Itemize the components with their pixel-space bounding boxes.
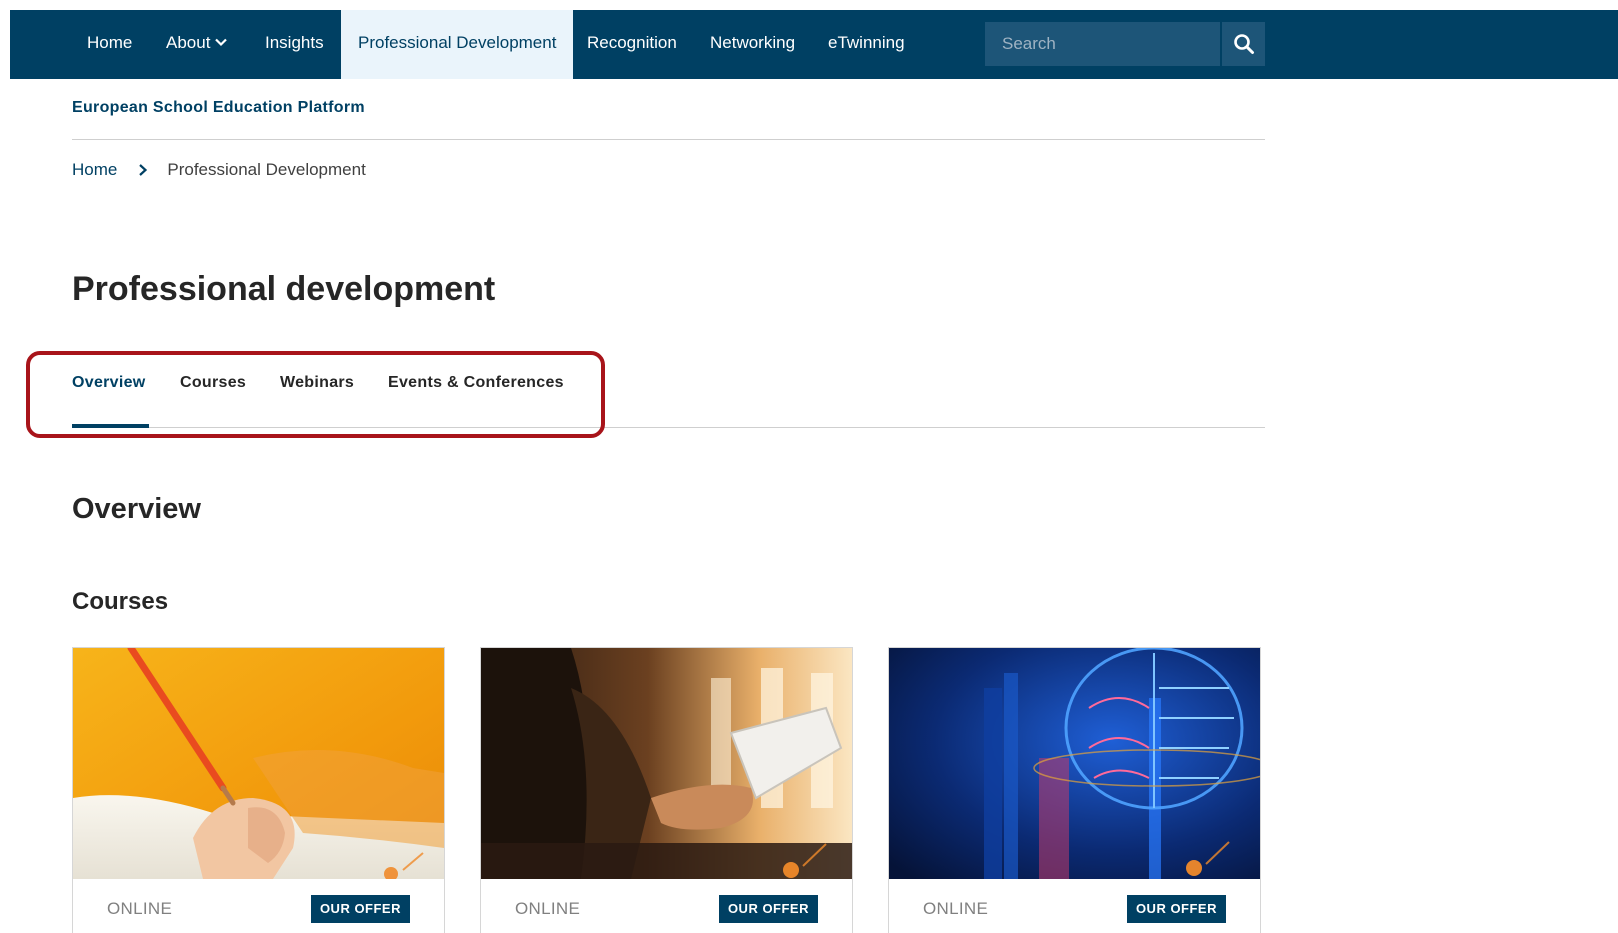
- nav-item-recognition[interactable]: Recognition: [587, 10, 677, 79]
- breadcrumb: Home Professional Development: [72, 160, 366, 180]
- nav-item-etwinning[interactable]: eTwinning: [828, 10, 905, 79]
- page-title: Professional development: [72, 270, 496, 308]
- chevron-right-icon: [139, 164, 148, 176]
- card-tag: ONLINE: [923, 899, 989, 918]
- nav-item-about[interactable]: About: [166, 10, 228, 79]
- breadcrumb-current: Professional Development: [167, 160, 366, 179]
- section-title-courses: Courses: [72, 588, 169, 615]
- our-offer-button[interactable]: OUR OFFER: [1126, 895, 1226, 923]
- card-image-digital-brain: [889, 648, 1260, 879]
- search-input[interactable]: Search: [985, 22, 1220, 66]
- search-button[interactable]: [1222, 22, 1265, 66]
- card-image-student-writing: [73, 648, 444, 879]
- section-title-overview: Overview: [72, 493, 201, 525]
- nav-item-networking[interactable]: Networking: [710, 10, 795, 79]
- site-name[interactable]: European School Education Platform: [72, 99, 365, 117]
- card-tag: ONLINE: [107, 899, 173, 918]
- course-card[interactable]: ONLINE OUR OFFER: [480, 647, 853, 933]
- nav-item-about-label: About: [166, 33, 211, 52]
- top-navigation: Home About Insights Professional Develop…: [10, 10, 1618, 79]
- our-offer-button[interactable]: OUR OFFER: [718, 895, 818, 923]
- highlight-annotation: [26, 351, 605, 438]
- nav-item-insights[interactable]: Insights: [265, 10, 324, 79]
- card-image-tablet-user: [481, 648, 852, 879]
- nav-item-professional-development[interactable]: Professional Development: [341, 10, 574, 79]
- breadcrumb-home-link[interactable]: Home: [72, 160, 117, 180]
- header-divider: [72, 139, 1265, 140]
- course-card[interactable]: ONLINE OUR OFFER: [888, 647, 1261, 933]
- course-card[interactable]: ONLINE OUR OFFER: [72, 647, 445, 933]
- our-offer-button[interactable]: OUR OFFER: [310, 895, 410, 923]
- page: Home About Insights Professional Develop…: [10, 10, 1618, 933]
- chevron-down-icon: [215, 38, 228, 47]
- nav-item-home[interactable]: Home: [87, 10, 132, 79]
- search-icon: [1233, 34, 1254, 54]
- card-tag: ONLINE: [515, 899, 581, 918]
